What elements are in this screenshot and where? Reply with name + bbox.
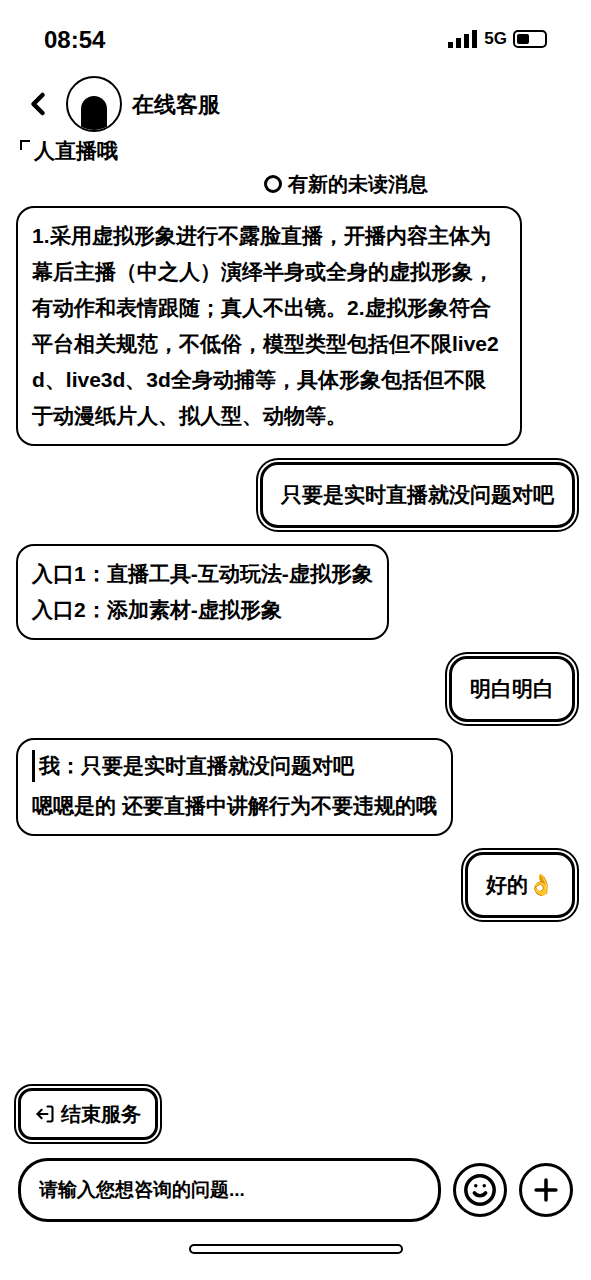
message-text: 明白明白 — [470, 671, 554, 707]
message-bubble: 1.采用虚拟形象进行不露脸直播，开播内容主体为幕后主播（中之人）演绎半身或全身的… — [16, 206, 522, 446]
chat-screen: 08:54 5G 在线客服人直播哦有新的未读消息 1.采用虚拟形象进行不露脸直播，开播… — [0, 0, 591, 1280]
battery-fill — [517, 34, 529, 44]
header-title: 在线客服 — [132, 88, 220, 121]
signal-icon — [448, 30, 478, 48]
clock: 08:54 — [44, 22, 105, 58]
message-text: 只要是实时直播就没问题对吧 — [281, 477, 554, 513]
back-icon[interactable] — [20, 86, 56, 122]
message-bubble: 入口1：直播工具-互动玩法-虚拟形象入口2：添加素材-虚拟形象 — [16, 544, 389, 640]
end-service-button[interactable]: 结束服务 — [18, 1088, 158, 1140]
message-text: 1.采用虚拟形象进行不露脸直播，开播内容主体为幕后主播（中之人）演绎半身或全身的… — [32, 218, 506, 434]
exit-icon — [35, 1104, 55, 1124]
quoted-message: 我：只要是实时直播就没问题对吧 — [32, 750, 437, 782]
message-bubble: 只要是实时直播就没问题对吧 — [260, 462, 575, 528]
message-text: 入口2：添加素材-虚拟形象 — [32, 592, 373, 628]
message-text: 入口1：直播工具-互动玩法-虚拟形象 — [32, 556, 373, 592]
home-indicator — [189, 1244, 403, 1254]
message-bubble: 好的👌 — [465, 852, 575, 918]
network-label: 5G — [484, 26, 507, 52]
message-text: 好的👌 — [486, 867, 554, 903]
header: 在线客服 — [0, 72, 591, 136]
quote-bar — [32, 750, 35, 782]
status-bar: 08:54 5G — [0, 0, 591, 72]
smile-icon — [463, 1173, 497, 1207]
message-bubble: 我：只要是实时直播就没问题对吧嗯嗯是的 还要直播中讲解行为不要违规的哦 — [16, 738, 453, 836]
input-bar: 请输入您想咨询的问题... — [0, 1158, 591, 1240]
avatar — [66, 76, 122, 132]
message-input[interactable]: 请输入您想咨询的问题... — [18, 1158, 441, 1222]
message-text: 嗯嗯是的 还要直播中讲解行为不要违规的哦 — [32, 788, 437, 824]
previous-message-fragment: 人直播哦 — [0, 136, 591, 166]
more-button[interactable] — [519, 1163, 573, 1217]
unread-notice[interactable]: 有新的未读消息 — [0, 166, 591, 202]
emoji-button[interactable] — [453, 1163, 507, 1217]
battery-icon — [513, 30, 547, 48]
message-bubble: 明白明白 — [449, 656, 575, 722]
message-list: 1.采用虚拟形象进行不露脸直播，开播内容主体为幕后主播（中之人）演绎半身或全身的… — [0, 202, 591, 918]
plus-icon — [529, 1173, 563, 1207]
unread-icon — [264, 175, 282, 193]
